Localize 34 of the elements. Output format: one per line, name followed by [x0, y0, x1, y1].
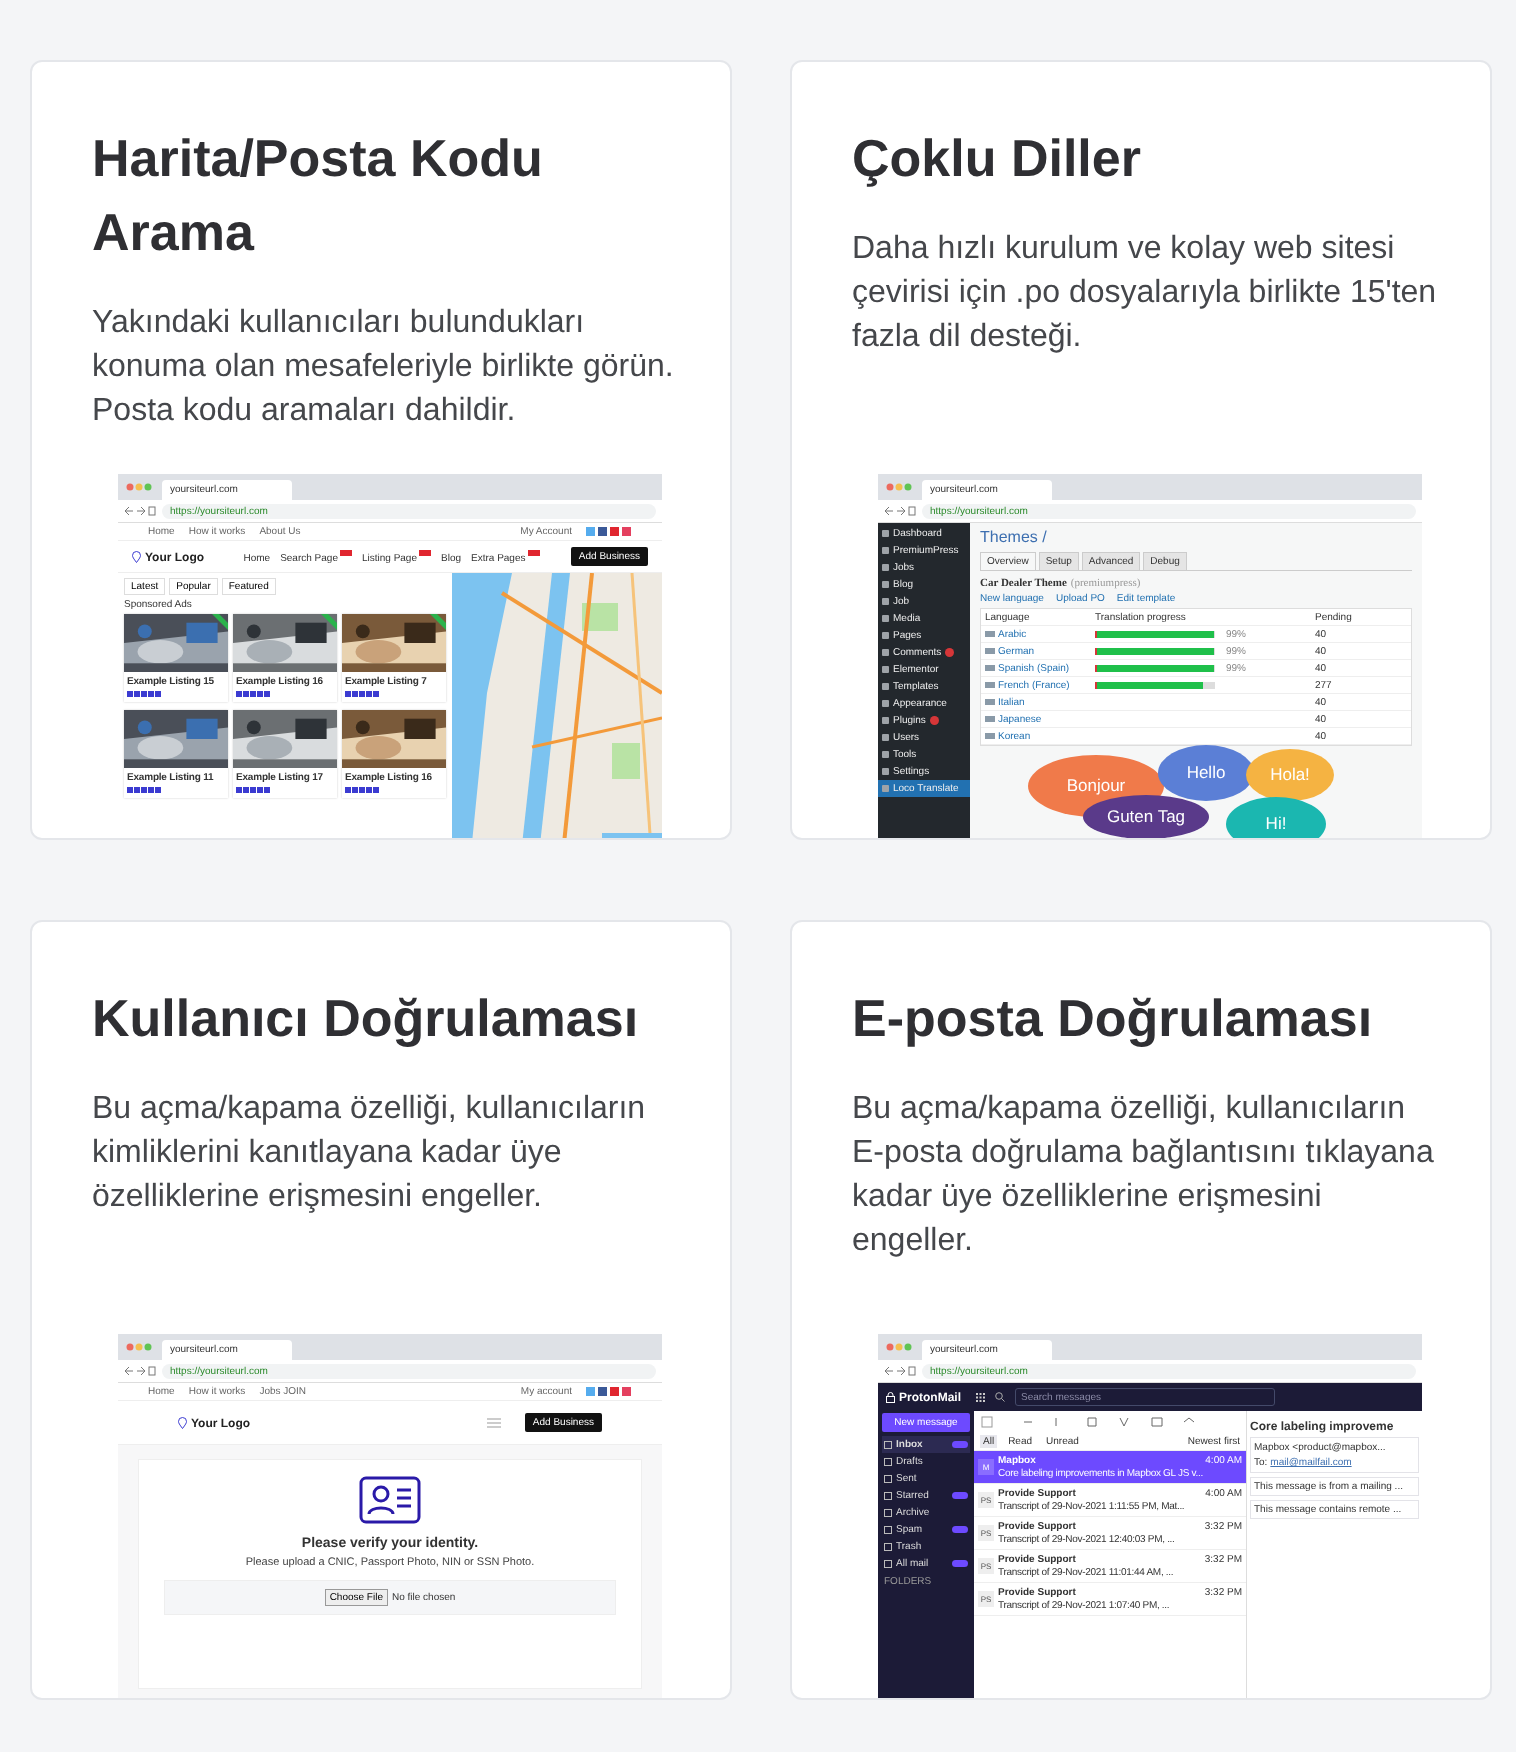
social-icons [586, 1387, 632, 1396]
flag-icon [985, 631, 995, 637]
card-description: Daha hızlı kurulum ve kolay web sitesi çevirisi için .po dosyalarıyla birlikte 15'ten fazla dil desteği. [852, 230, 1439, 358]
rating-icon [345, 787, 379, 793]
rating-icon [127, 787, 161, 793]
card-description: Bu açma/kapama özelliği, kullanıcıların E-posta doğrulama bağlantısını tıklayana kadar üye özelliklerine erişmesini engeller. [852, 1090, 1436, 1262]
flag-icon [985, 665, 995, 671]
rating-icon [236, 787, 270, 793]
card-title: Kullanıcı Doğrulaması [92, 986, 641, 1052]
social-icons [586, 527, 632, 536]
progress-bar [1095, 664, 1215, 672]
flag-icon [985, 682, 995, 688]
progress-bar [1095, 630, 1215, 638]
flag-icon [985, 699, 995, 705]
rating-icon [236, 691, 270, 697]
flag-icon [985, 648, 995, 654]
window-controls-icon [126, 1343, 152, 1351]
window-controls-icon [126, 483, 152, 491]
card-title: Harita/Posta Kodu Arama [92, 126, 545, 266]
apps-grid-icon [976, 1392, 985, 1402]
rating-icon [345, 691, 379, 697]
rating-icon [127, 691, 161, 697]
page-title: Themes / [980, 529, 1049, 547]
card-description: Bu açma/kapama özelliği, kullanıcıların kimliklerini kanıtlayana kadar üye özelliklerine erişmesini engeller. [92, 1090, 648, 1218]
card-description: Yakındaki kullanıcıları bulundukları konuma olan mesafeleriyle birlikte görün. Posta kodu aramaları dahildir. [92, 304, 676, 432]
flag-icon [985, 733, 995, 739]
window-controls-icon [886, 483, 912, 491]
flag-icon [985, 716, 995, 722]
window-controls-icon [886, 1343, 912, 1351]
progress-bar [1095, 681, 1215, 689]
card-title: Çoklu Diller [852, 126, 1143, 192]
id-card-icon [359, 1476, 421, 1524]
progress-bar [1095, 647, 1215, 655]
card-title: E-posta Doğrulaması [852, 986, 1375, 1052]
